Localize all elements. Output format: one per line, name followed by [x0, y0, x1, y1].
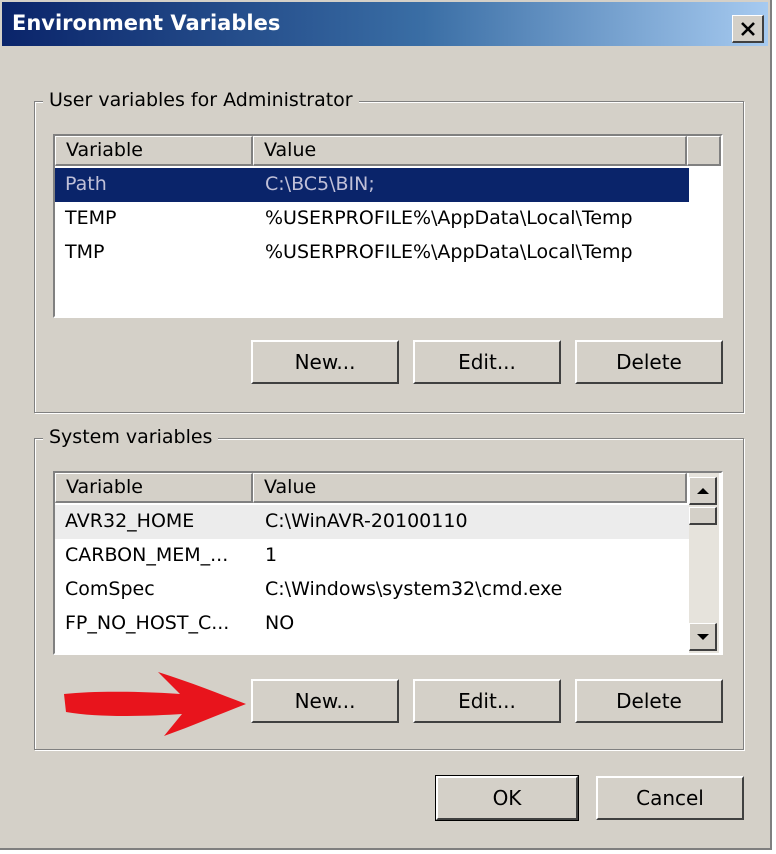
system-row-variable: ComSpec: [65, 578, 155, 600]
user-column-value[interactable]: Value: [253, 136, 687, 166]
system-row-carbon-mem[interactable]: CARBON_MEM_... 1: [55, 539, 689, 573]
system-column-value[interactable]: Value: [253, 473, 687, 503]
ok-button[interactable]: OK: [435, 775, 579, 821]
user-row-path[interactable]: Path C:\BC5\BIN;: [55, 168, 689, 202]
user-row-value: %USERPROFILE%\AppData\Local\Temp: [265, 241, 633, 263]
system-row-variable: AVR32_HOME: [65, 510, 195, 532]
title-bar[interactable]: Environment Variables: [2, 2, 768, 46]
scroll-down-button[interactable]: [689, 623, 717, 651]
user-delete-button[interactable]: Delete: [575, 340, 723, 384]
system-row-value: 1: [265, 544, 278, 566]
scroll-down-arrow-icon: [696, 633, 709, 640]
scroll-up-button[interactable]: [689, 477, 717, 505]
cancel-button[interactable]: Cancel: [596, 776, 744, 820]
user-variables-group: User variables for Administrator Variabl…: [34, 89, 744, 413]
user-list-header: Variable Value: [55, 136, 721, 166]
window-title: Environment Variables: [12, 11, 281, 35]
user-column-filler: [687, 136, 721, 166]
system-row-comspec[interactable]: ComSpec C:\Windows\system32\cmd.exe: [55, 573, 689, 607]
user-row-value: %USERPROFILE%\AppData\Local\Temp: [265, 207, 633, 229]
system-row-variable: FP_NO_HOST_C...: [65, 612, 230, 634]
system-delete-button[interactable]: Delete: [575, 679, 723, 723]
user-variables-label: User variables for Administrator: [43, 89, 359, 111]
user-column-variable[interactable]: Variable: [55, 136, 253, 166]
system-list-header: Variable Value: [55, 473, 687, 503]
system-new-button[interactable]: New...: [251, 679, 399, 723]
system-variables-list[interactable]: Variable Value AVR32_HOME C:\WinAVR-2010…: [53, 471, 723, 655]
user-edit-button[interactable]: Edit...: [413, 340, 561, 384]
user-variables-list[interactable]: Variable Value Path C:\BC5\BIN; TEMP %US…: [53, 134, 723, 318]
environment-variables-dialog: Environment Variables User variables for…: [0, 0, 772, 850]
system-list-scrollbar[interactable]: [689, 473, 719, 653]
system-row-avr32-home[interactable]: AVR32_HOME C:\WinAVR-20100110: [55, 505, 689, 539]
system-column-variable[interactable]: Variable: [55, 473, 253, 503]
user-row-variable: TMP: [65, 241, 105, 263]
user-row-temp[interactable]: TEMP %USERPROFILE%\AppData\Local\Temp: [55, 202, 689, 236]
system-row-value: NO: [265, 612, 295, 634]
close-button[interactable]: [732, 15, 764, 43]
system-row-fp-no-host[interactable]: FP_NO_HOST_C... NO: [55, 607, 689, 641]
scroll-thumb[interactable]: [689, 507, 717, 525]
user-row-value: C:\BC5\BIN;: [265, 173, 375, 195]
close-icon: [740, 21, 755, 36]
user-row-tmp[interactable]: TMP %USERPROFILE%\AppData\Local\Temp: [55, 236, 689, 270]
user-row-variable: TEMP: [65, 207, 117, 229]
user-new-button[interactable]: New...: [251, 340, 399, 384]
scroll-up-arrow-icon: [696, 487, 709, 494]
system-row-value: C:\Windows\system32\cmd.exe: [265, 578, 563, 600]
user-row-variable: Path: [65, 173, 107, 195]
red-arrow-annotation-icon: [64, 672, 246, 736]
system-row-variable: CARBON_MEM_...: [65, 544, 229, 566]
system-edit-button[interactable]: Edit...: [413, 679, 561, 723]
system-row-value: C:\WinAVR-20100110: [265, 510, 468, 532]
system-variables-label: System variables: [43, 426, 219, 448]
